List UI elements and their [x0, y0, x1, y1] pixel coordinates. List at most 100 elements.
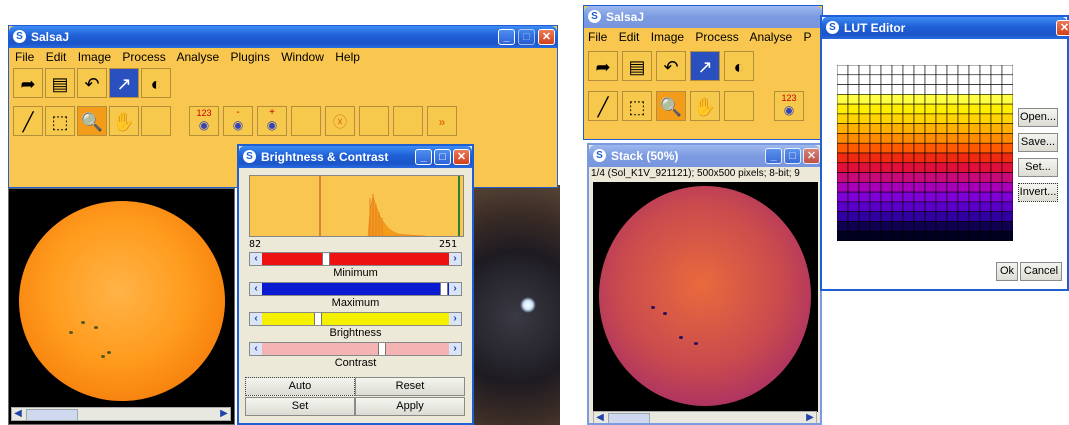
- lut-cell[interactable]: [869, 162, 882, 173]
- lut-cell[interactable]: [837, 172, 849, 183]
- lut-cell[interactable]: [979, 172, 992, 183]
- minimize-icon[interactable]: _: [765, 148, 782, 164]
- close-icon[interactable]: ✕: [538, 29, 555, 45]
- graph-icon[interactable]: ↗: [690, 51, 720, 81]
- menu-analyse[interactable]: Analyse: [176, 50, 219, 64]
- lut-cell[interactable]: [946, 94, 959, 105]
- lut-cell[interactable]: [847, 94, 860, 105]
- lut-cell[interactable]: [902, 84, 915, 95]
- lut-cell[interactable]: [990, 65, 1003, 76]
- lut-cell[interactable]: [880, 65, 893, 76]
- lut-cell[interactable]: [837, 221, 849, 232]
- menu-process[interactable]: Process: [695, 30, 738, 44]
- menu-file[interactable]: File: [588, 30, 607, 44]
- lut-cell[interactable]: [880, 94, 893, 105]
- rectangle-tool-icon[interactable]: ⬚: [45, 106, 75, 136]
- lut-cell[interactable]: [891, 74, 904, 85]
- lut-cell[interactable]: [924, 152, 937, 164]
- lut-cell[interactable]: [1001, 152, 1013, 164]
- lut-cell[interactable]: [935, 191, 948, 203]
- lut-cell[interactable]: [858, 94, 871, 105]
- lut-cell[interactable]: [847, 230, 860, 241]
- lut-cell[interactable]: [869, 152, 882, 164]
- lut-cell[interactable]: [968, 211, 981, 222]
- lut-cell[interactable]: [902, 94, 915, 105]
- lut-cell[interactable]: [847, 65, 860, 76]
- lut-cell[interactable]: [957, 84, 970, 95]
- lut-cell[interactable]: [902, 123, 915, 134]
- lut-cell[interactable]: [946, 191, 959, 203]
- lut-cell[interactable]: [957, 191, 970, 203]
- hand-tool-icon[interactable]: ✋: [690, 91, 720, 121]
- lut-cell[interactable]: [946, 74, 959, 85]
- lut-cell[interactable]: [913, 182, 926, 193]
- lut-cell[interactable]: [902, 221, 915, 232]
- maximize-icon[interactable]: □: [434, 149, 451, 165]
- lut-cell[interactable]: [957, 74, 970, 85]
- magnifier-tool-icon[interactable]: 🔍: [77, 106, 107, 136]
- lut-cell[interactable]: [913, 113, 926, 124]
- plus-tool-icon[interactable]: + ◉: [257, 106, 287, 136]
- lut-cell[interactable]: [858, 84, 871, 95]
- lut-cell[interactable]: [847, 211, 860, 222]
- set-button[interactable]: Set: [245, 397, 355, 416]
- menu-help[interactable]: Help: [335, 50, 360, 64]
- lut-cell[interactable]: [869, 172, 882, 183]
- lut-cell[interactable]: [979, 94, 992, 105]
- lut-cell[interactable]: [913, 221, 926, 232]
- lut-cell[interactable]: [902, 103, 915, 115]
- lut-cell[interactable]: [946, 230, 959, 241]
- lut-cell[interactable]: [924, 123, 937, 134]
- lut-cell[interactable]: [837, 201, 849, 212]
- slider-thumb[interactable]: [322, 253, 330, 265]
- empty-tool-slot[interactable]: [359, 106, 389, 136]
- menu-edit[interactable]: Edit: [619, 30, 640, 44]
- lut-cell[interactable]: [880, 201, 893, 212]
- lut-cell[interactable]: [880, 123, 893, 134]
- lut-cell[interactable]: [880, 191, 893, 203]
- lut-cell[interactable]: [924, 133, 937, 144]
- lut-cell[interactable]: [968, 201, 981, 212]
- lut-cell[interactable]: [847, 201, 860, 212]
- lut-cell[interactable]: [837, 152, 849, 164]
- lut-cell[interactable]: [913, 133, 926, 144]
- lut-cell[interactable]: [946, 103, 959, 115]
- lut-cell[interactable]: [869, 65, 882, 76]
- lut-cell[interactable]: [924, 221, 937, 232]
- title-bar[interactable]: S SalsaJ: [584, 6, 822, 28]
- lut-cell[interactable]: [869, 84, 882, 95]
- lut-cell[interactable]: [957, 133, 970, 144]
- lut-cell[interactable]: [858, 103, 871, 115]
- lut-cell[interactable]: [902, 65, 915, 76]
- lut-cell[interactable]: [902, 74, 915, 85]
- lut-cell[interactable]: [858, 182, 871, 193]
- lut-cell[interactable]: [891, 201, 904, 212]
- lut-cell[interactable]: [979, 133, 992, 144]
- set-button[interactable]: Set...: [1018, 158, 1058, 177]
- hand-tool-icon[interactable]: ✋: [109, 106, 139, 136]
- lut-cell[interactable]: [880, 74, 893, 85]
- lut-cell[interactable]: [946, 142, 959, 154]
- title-bar[interactable]: S LUT Editor ✕: [822, 17, 1069, 39]
- counter-tool-icon[interactable]: 123 ◉: [189, 106, 219, 136]
- lut-cell[interactable]: [990, 201, 1003, 212]
- magnifier-tool-icon[interactable]: 🔍: [656, 91, 686, 121]
- empty-tool-slot[interactable]: [141, 106, 171, 136]
- save-icon[interactable]: ▤: [622, 51, 652, 81]
- lut-cell[interactable]: [946, 152, 959, 164]
- lut-cell[interactable]: [891, 221, 904, 232]
- open-icon[interactable]: ➦: [13, 68, 43, 98]
- lut-cell[interactable]: [869, 74, 882, 85]
- lut-cell[interactable]: [946, 182, 959, 193]
- lut-cell[interactable]: [968, 113, 981, 124]
- open-button[interactable]: Open...: [1018, 108, 1058, 127]
- lut-cell[interactable]: [891, 191, 904, 203]
- lut-cell[interactable]: [869, 103, 882, 115]
- contrast-icon[interactable]: ◐: [141, 68, 171, 98]
- scroll-thumb[interactable]: [608, 413, 650, 423]
- lut-cell[interactable]: [979, 182, 992, 193]
- lut-cell[interactable]: [1001, 133, 1013, 144]
- menu-image[interactable]: Image: [78, 50, 111, 64]
- contrast-slider[interactable]: ‹ ›: [249, 342, 462, 356]
- empty-tool-slot[interactable]: [393, 106, 423, 136]
